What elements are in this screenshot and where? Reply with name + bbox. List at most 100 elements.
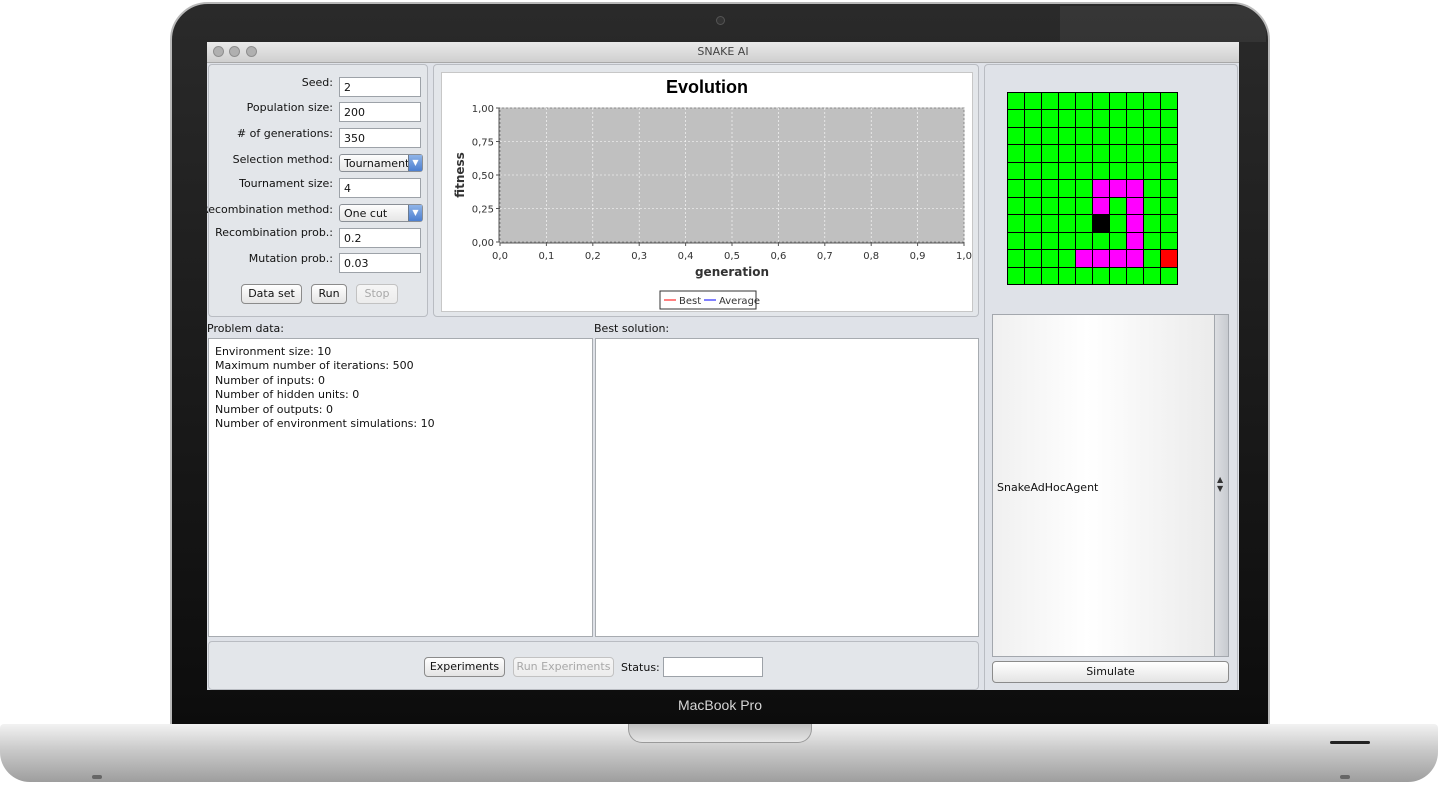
board-cell [1144,180,1160,197]
board-cell [1161,127,1177,145]
laptop-foot [92,775,102,779]
x-tick-label: 0,9 [910,251,926,262]
board-cell [1093,127,1109,145]
x-tick-label: 0,4 [678,251,694,262]
screen-reflection [1060,6,1266,42]
board-cell [1110,215,1126,232]
board-cell [1127,145,1143,162]
board-cell [1161,162,1177,180]
snake-body-cell [1127,215,1143,232]
scroll-arrows-icon: ▲ ▼ [1217,475,1224,493]
board-cell [1025,250,1041,267]
x-axis-label: generation [695,265,769,279]
agent-list-scrollbar[interactable]: ▲ ▼ [1214,315,1228,656]
simulate-button[interactable]: Simulate [992,661,1229,683]
chevron-down-icon: ▼ [408,205,422,221]
board-cell [1025,215,1041,232]
board-cell [1076,127,1092,145]
board-cell [1161,145,1177,162]
run-experiments-button[interactable]: Run Experiments [513,657,614,677]
mutation-prob-input[interactable]: 0.03 [339,253,421,273]
board-cell [1059,215,1075,232]
y-axis-label: fitness [453,152,467,198]
board-cell [1144,162,1160,180]
snake-body-cell [1110,180,1126,197]
board-cell [1110,110,1126,127]
snake-body-cell [1127,250,1143,267]
title-bar: SNAKE AI [207,42,1239,63]
agent-selected[interactable]: SnakeAdHocAgent [997,481,1098,494]
board-cell [1161,267,1177,284]
snake-head-cell [1093,215,1109,232]
chart-title: Evolution [666,77,748,97]
chart-svg: Evolution 0,0 0,1 0,2 0,3 0,4 0,5 0,6 0,7 0,8 0,9 1… [453,77,972,310]
board-cell [1161,232,1177,250]
board-cell [1127,267,1143,284]
app-window: SNAKE AI Seed: 2 Population size: 200 # … [207,42,1239,690]
status-field[interactable] [663,657,763,677]
window-title: SNAKE AI [697,45,749,58]
board-cell [1110,267,1126,284]
board-cell [1144,197,1160,215]
recombination-select[interactable]: One cut ▼ [339,204,423,222]
selection-select[interactable]: Tournament ▼ [339,154,423,172]
board-cell [1042,215,1058,232]
food-cell [1161,250,1177,267]
board-cell [1059,162,1075,180]
snake-body-cell [1093,180,1109,197]
board-cell [1144,215,1160,232]
problem-data-textarea[interactable]: Environment size: 10 Maximum number of i… [208,338,593,637]
board-cell [1076,180,1092,197]
agent-list[interactable]: SnakeAdHocAgent ▲ ▼ [992,314,1229,657]
board-cell [1042,180,1058,197]
run-button[interactable]: Run [311,284,347,304]
seed-input[interactable]: 2 [339,77,421,97]
legend-label-best: Best [679,296,701,307]
board-cell [1144,250,1160,267]
stop-button[interactable]: Stop [356,284,398,304]
board-cell [1110,145,1126,162]
board-cell [1025,162,1041,180]
board-cell [1025,180,1041,197]
x-tick-label: 0,3 [631,251,647,262]
camera [716,16,725,25]
board-cell [1076,215,1092,232]
x-tick-label: 0,2 [585,251,601,262]
tournament-input[interactable]: 4 [339,178,421,198]
board-cell [1076,145,1092,162]
board-cell [1059,232,1075,250]
x-tick-label: 0,8 [863,251,879,262]
board-cell [1110,232,1126,250]
x-tick-label: 0,5 [724,251,740,262]
board-cell [1093,93,1109,110]
board-cell [1008,232,1024,250]
population-input[interactable]: 200 [339,102,421,122]
experiments-button[interactable]: Experiments [424,657,505,677]
population-label: Population size: [246,101,333,114]
board-cell [1076,232,1092,250]
x-tick-label: 0,7 [817,251,833,262]
board-cell [1144,93,1160,110]
board-cell [1127,93,1143,110]
board-cell [1076,93,1092,110]
board-cell [1059,250,1075,267]
recomb-prob-label: Recombination prob.: [215,226,333,239]
laptop-slot [1330,741,1370,744]
seed-label: Seed: [301,76,333,89]
y-tick-label: 0,75 [472,138,494,149]
board-cell [1042,250,1058,267]
x-tick-label: 1,0 [956,251,972,262]
board-cell [1127,110,1143,127]
data-set-button[interactable]: Data set [241,284,302,304]
board-cell [1008,267,1024,284]
best-solution-textarea[interactable] [595,338,979,637]
board-cell [1161,215,1177,232]
snake-board [1007,92,1178,285]
board-cell [1042,145,1058,162]
board-cell [1025,197,1041,215]
problem-line: Environment size: 10 [215,345,332,358]
legend-label-average: Average [719,296,760,307]
generations-input[interactable]: 350 [339,128,421,148]
recomb-prob-input[interactable]: 0.2 [339,228,421,248]
selection-label: Selection method: [232,153,333,166]
